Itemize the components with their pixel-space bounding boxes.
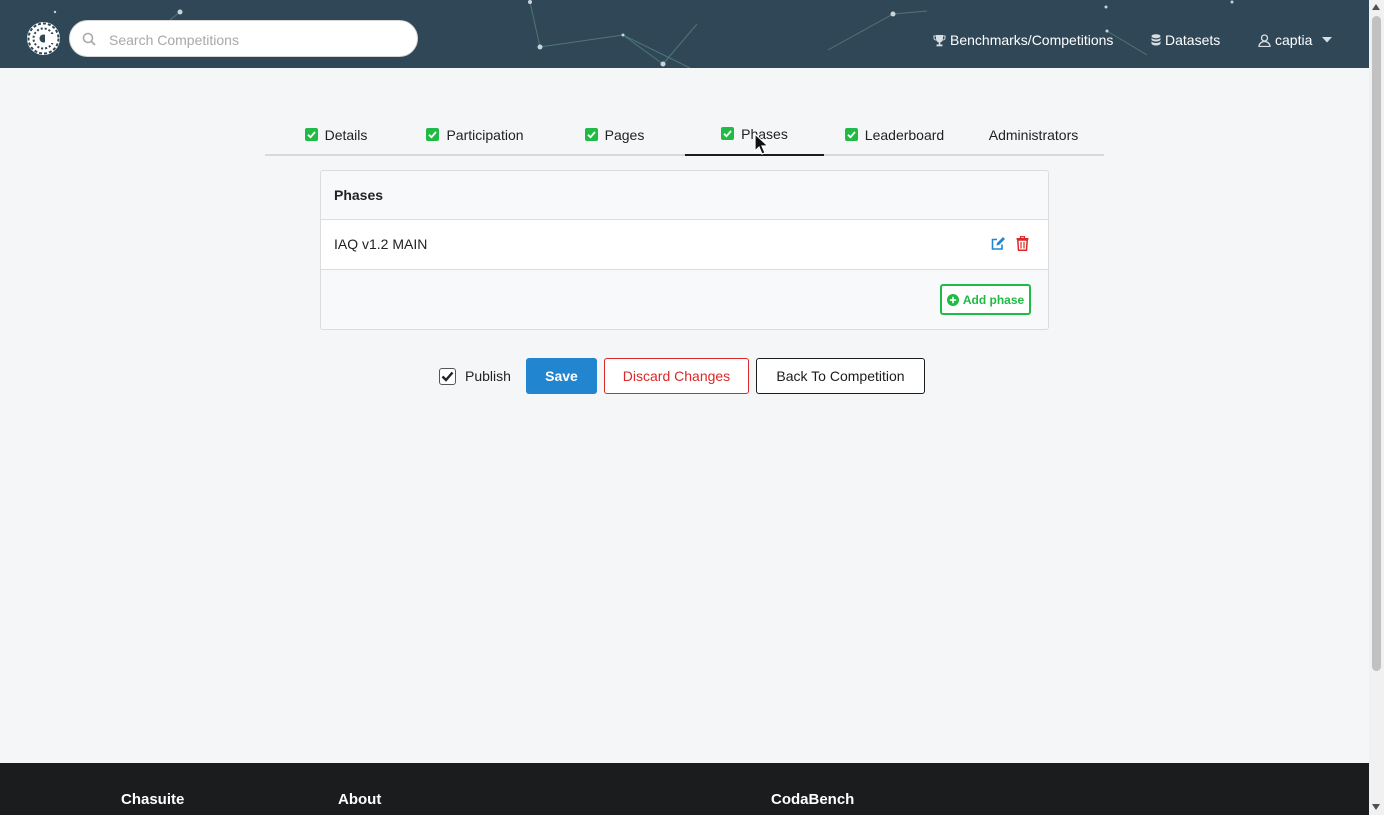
tab-label: Administrators: [988, 126, 1079, 143]
search-input[interactable]: [107, 21, 411, 58]
tab-label: Details: [324, 126, 368, 143]
footer-heading-chasuite: Chasuite: [121, 791, 185, 808]
tab-label: Participation: [446, 126, 524, 143]
user-menu[interactable]: captia: [1258, 31, 1336, 49]
edit-icon[interactable]: [991, 236, 1006, 251]
benchmarks-competitions-label: Benchmarks/Competitions: [950, 32, 1114, 48]
save-button[interactable]: Save: [526, 358, 597, 394]
scrollbar-thumb[interactable]: [1372, 16, 1381, 671]
tab-pages[interactable]: Pages: [543, 113, 686, 156]
tab-label: Pages: [604, 126, 645, 143]
footer-heading-about: About: [338, 791, 382, 808]
search-bar: [69, 20, 418, 58]
publish-checkbox[interactable]: Publish: [439, 366, 511, 386]
top-navbar: Benchmarks/Competitions Datasets captia: [0, 0, 1369, 68]
caret-down-icon: [1322, 37, 1333, 43]
tab-administrators[interactable]: Administrators: [965, 113, 1102, 156]
username-label: captia: [1275, 32, 1313, 48]
mouse-cursor-icon: [754, 133, 770, 155]
phase-row: IAQ v1.2 MAIN: [321, 220, 1048, 270]
trash-icon[interactable]: [1016, 236, 1029, 251]
checkmark-icon: [441, 371, 454, 382]
datasets-link[interactable]: Datasets: [1151, 31, 1220, 49]
search-icon: [82, 32, 96, 46]
scroll-up-arrow-icon[interactable]: [1372, 4, 1380, 10]
publish-checkbox-box[interactable]: [439, 367, 456, 385]
tab-participation[interactable]: Participation: [407, 113, 543, 156]
tab-label: Leaderboard: [864, 126, 945, 143]
check-square-icon: [304, 128, 318, 141]
check-square-icon: [721, 127, 735, 140]
phase-name: IAQ v1.2 MAIN: [334, 236, 428, 252]
check-square-icon: [426, 128, 440, 141]
phases-card: Phases IAQ v1.2 MAIN Add phase: [320, 170, 1049, 330]
logo-icon: [27, 22, 60, 55]
publish-label: Publish: [465, 368, 511, 384]
datasets-label: Datasets: [1165, 32, 1221, 48]
footer: Chasuite About CodaBench: [0, 763, 1369, 815]
benchmarks-competitions-link[interactable]: Benchmarks/Competitions: [933, 31, 1113, 49]
page-scrollbar[interactable]: [1369, 0, 1384, 815]
add-phase-label: Add phase: [962, 292, 1025, 307]
tab-leaderboard[interactable]: Leaderboard: [824, 113, 965, 156]
add-phase-button[interactable]: Add phase: [940, 284, 1031, 315]
user-icon: [1258, 33, 1271, 47]
scroll-down-arrow-icon[interactable]: [1372, 804, 1380, 810]
tab-details[interactable]: Details: [265, 113, 407, 156]
check-square-icon: [844, 128, 858, 141]
plus-circle-icon: [946, 293, 959, 306]
competition-editor-tabs: Details Participation Pages Phases Leade…: [265, 113, 1104, 156]
database-icon: [1151, 34, 1161, 46]
codabench-logo[interactable]: [27, 22, 60, 55]
trophy-icon: [933, 34, 946, 46]
phases-card-title: Phases: [321, 171, 1048, 220]
check-square-icon: [584, 128, 598, 141]
footer-heading-codabench: CodaBench: [771, 791, 855, 808]
discard-changes-button[interactable]: Discard Changes: [604, 358, 749, 394]
back-to-competition-button[interactable]: Back To Competition: [756, 358, 925, 394]
